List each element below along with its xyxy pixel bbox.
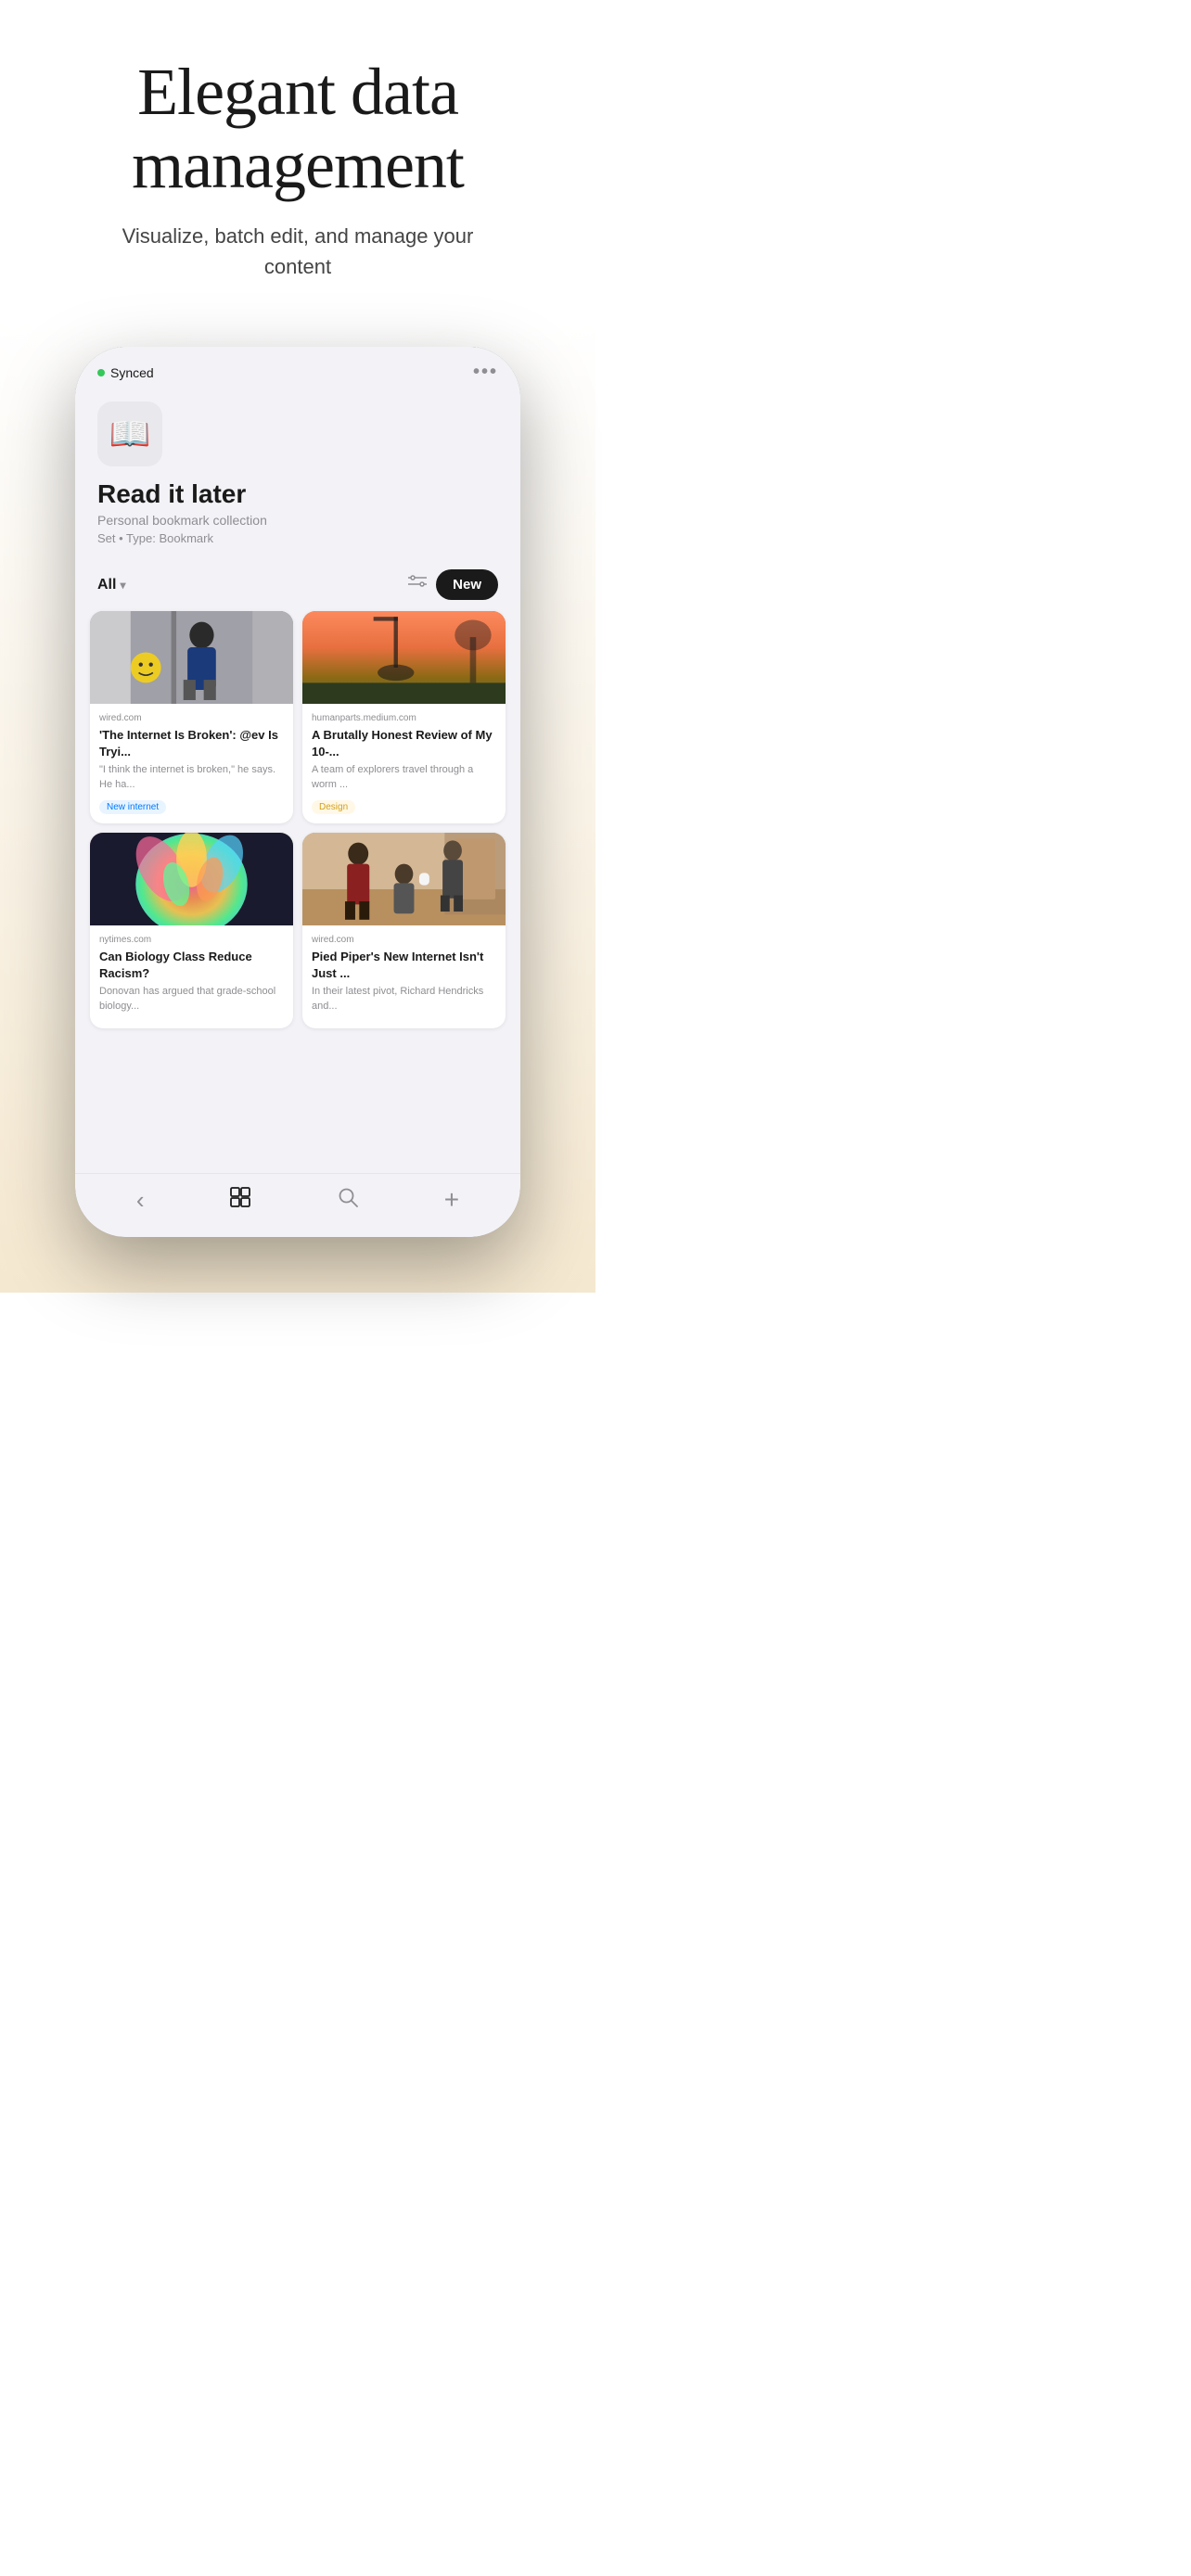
card-source: nytimes.com [99,935,284,945]
hero-subtitle: Visualize, batch edit, and manage your c… [103,221,493,282]
bottom-nav: ‹ + [75,1173,520,1237]
chevron-down-icon: ▾ [120,579,125,592]
app-icon-emoji: 📖 [109,414,151,453]
card-excerpt: In their latest pivot, Richard Hendricks… [312,985,496,1014]
app-content: 📖 Read it later Personal bookmark collec… [75,390,520,1173]
card-source: wired.com [99,713,284,723]
card-tag: Design [312,800,355,814]
card-excerpt: A team of explorers travel through a wor… [312,763,496,792]
cards-grid: wired.com 'The Internet Is Broken': @ev … [75,611,520,1043]
sync-dot-icon [97,369,105,376]
card-title: A Brutally Honest Review of My 10-... [312,727,496,759]
add-icon[interactable]: + [444,1185,459,1215]
filter-all-button[interactable]: All ▾ [97,577,125,593]
card-body: humanparts.medium.com A Brutally Honest … [302,704,506,823]
app-icon: 📖 [97,402,162,466]
card-item[interactable]: humanparts.medium.com A Brutally Honest … [302,611,506,823]
card-tag: New internet [99,800,166,814]
card-source: humanparts.medium.com [312,713,496,723]
back-icon[interactable]: ‹ [136,1186,145,1215]
card-title: 'The Internet Is Broken': @ev Is Tryi... [99,727,284,759]
card-body: nytimes.com Can Biology Class Reduce Rac… [90,925,293,1028]
phone-frame: Synced ••• 📖 Read it later Personal book… [75,347,520,1237]
phone-wrapper: Synced ••• 📖 Read it later Personal book… [0,319,596,1293]
card-image-2 [302,611,506,704]
phone-screen: Synced ••• 📖 Read it later Personal book… [75,347,520,1237]
status-bar: Synced ••• [75,347,520,390]
card-body: wired.com 'The Internet Is Broken': @ev … [90,704,293,823]
card-image-1 [90,611,293,704]
hero-section: Elegant data management Visualize, batch… [0,0,596,319]
hero-title: Elegant data management [37,56,558,202]
card-item[interactable]: wired.com Pied Piper's New Internet Isn'… [302,833,506,1028]
app-header: 📖 Read it later Personal bookmark collec… [75,390,520,560]
sync-status: Synced [97,365,154,380]
filter-right-controls: New [408,569,498,600]
card-image-3 [90,833,293,925]
card-excerpt: Donovan has argued that grade-school bio… [99,985,284,1014]
more-options-icon[interactable]: ••• [473,362,498,383]
card-image-4 [302,833,506,925]
card-body: wired.com Pied Piper's New Internet Isn'… [302,925,506,1028]
card-item[interactable]: wired.com 'The Internet Is Broken': @ev … [90,611,293,823]
grid-icon[interactable] [229,1186,251,1214]
app-name: Read it later [97,479,498,509]
card-title: Pied Piper's New Internet Isn't Just ... [312,949,496,981]
card-excerpt: "I think the internet is broken," he say… [99,763,284,792]
app-meta: Set • Type: Bookmark [97,531,498,545]
app-description: Personal bookmark collection [97,513,498,528]
filter-bar: All ▾ New [75,560,520,611]
card-item[interactable]: nytimes.com Can Biology Class Reduce Rac… [90,833,293,1028]
sync-label: Synced [110,365,154,380]
sliders-icon[interactable] [408,575,427,594]
new-button[interactable]: New [436,569,498,600]
search-icon[interactable] [337,1186,359,1214]
filter-all-label: All [97,577,116,593]
card-source: wired.com [312,935,496,945]
card-title: Can Biology Class Reduce Racism? [99,949,284,981]
